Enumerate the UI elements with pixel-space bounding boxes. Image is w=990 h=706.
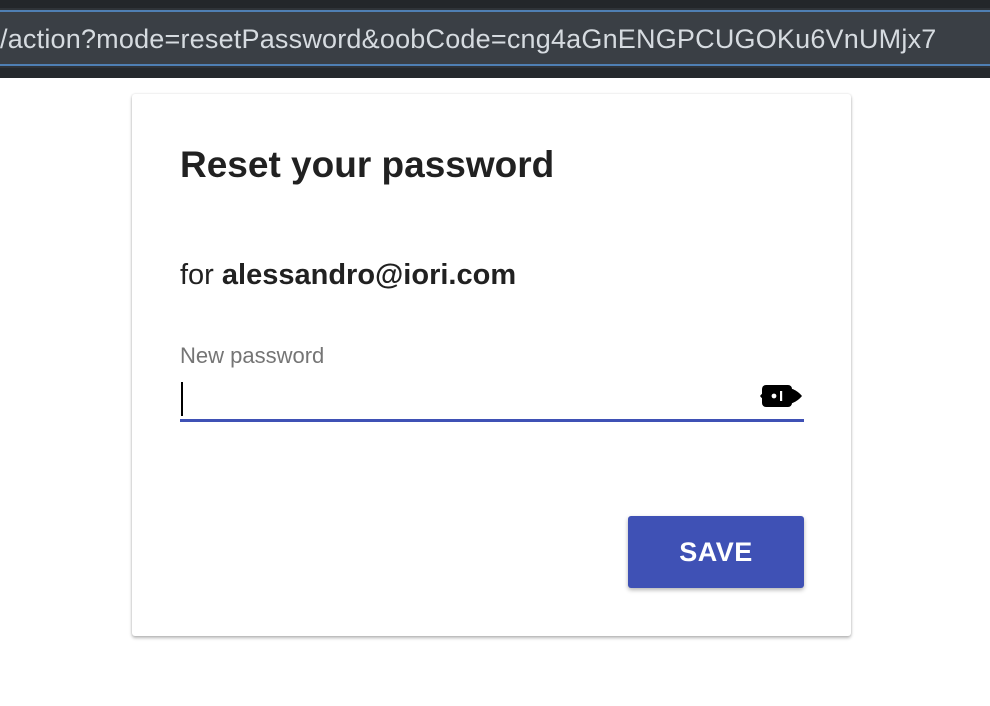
new-password-input[interactable]	[180, 374, 804, 422]
toolbar-edge-top	[0, 0, 990, 8]
new-password-label: New password	[180, 343, 325, 368]
subtitle-prefix: for	[180, 259, 214, 291]
browser-address-bar: /action?mode=resetPassword&oobCode=cng4a…	[0, 0, 990, 78]
save-button[interactable]: SAVE	[628, 516, 804, 588]
text-caret	[181, 382, 183, 416]
account-email: alessandro@iori.com	[221, 259, 517, 291]
eye-icon[interactable]	[758, 379, 804, 413]
reset-password-card: Reset your password for alessandro@iori.…	[132, 94, 851, 636]
toolbar-edge-bottom	[0, 68, 990, 78]
page-title: Reset your password	[180, 144, 555, 185]
url-text[interactable]: /action?mode=resetPassword&oobCode=cng4a…	[0, 24, 937, 55]
account-subtitle: for alessandro@iori.com	[180, 259, 516, 292]
url-field[interactable]: /action?mode=resetPassword&oobCode=cng4a…	[0, 10, 990, 66]
